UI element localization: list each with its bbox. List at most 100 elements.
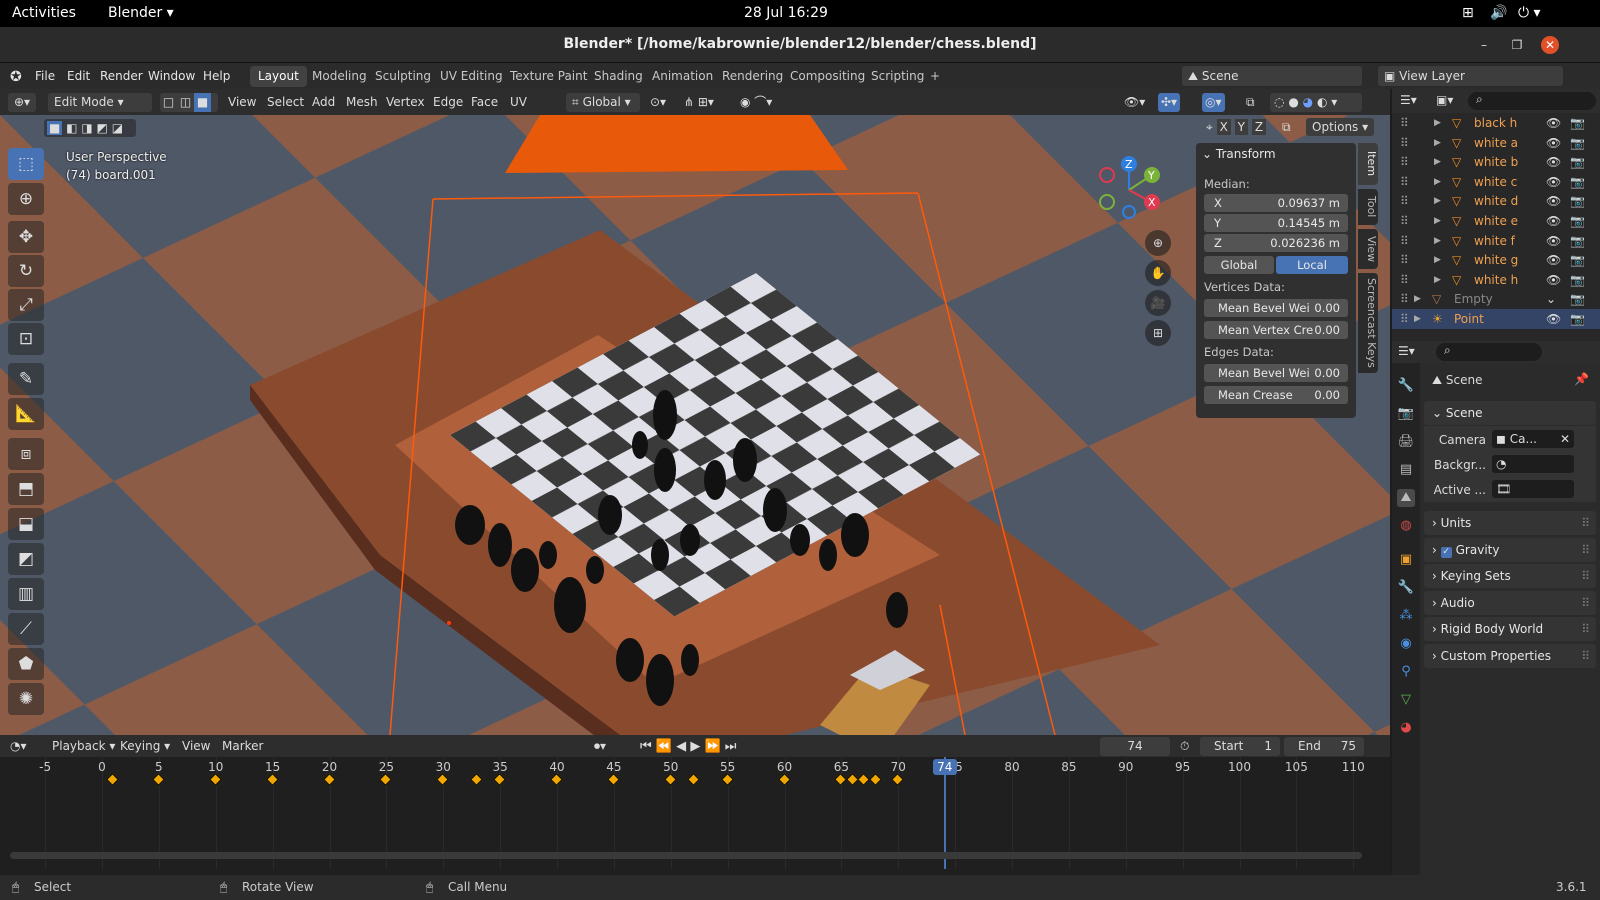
active-clip-field[interactable]: 🎞 <box>1492 480 1574 498</box>
scene-selector[interactable]: ⛰ Scene <box>1182 66 1362 86</box>
extrude-icon[interactable]: ⬒ <box>8 473 44 505</box>
menu-mesh[interactable]: Mesh <box>346 93 378 112</box>
props-section-audio[interactable]: › Audio ⠿ <box>1424 590 1596 615</box>
snap-icon[interactable]: ⋔ ⊞▾ <box>684 93 714 112</box>
constraints-props-icon[interactable]: ⚲ <box>1397 663 1415 681</box>
tab-modeling[interactable]: Modeling <box>304 66 375 87</box>
outliner-editor-icon[interactable]: ☰▾ <box>1400 93 1417 107</box>
tab-texture-paint[interactable]: Texture Paint <box>502 66 595 87</box>
menu-edge[interactable]: Edge <box>433 93 463 112</box>
expand-arrow-icon[interactable]: ▶ <box>1434 113 1441 133</box>
select-invert-icon[interactable]: ◩ <box>97 121 108 135</box>
median-z-field[interactable]: Z 0.026236 m <box>1204 234 1348 252</box>
visibility-eye-icon[interactable]: ⌄ <box>1546 289 1556 309</box>
keyframe[interactable] <box>379 773 393 786</box>
end-frame-field[interactable]: End 75 <box>1284 737 1364 756</box>
jump-start-icon[interactable]: ⏮ <box>640 739 652 754</box>
playback-menu[interactable]: Playback ▾ <box>52 737 115 756</box>
tab-uv-editing[interactable]: UV Editing <box>432 66 511 87</box>
options-dropdown[interactable]: Options ▾ <box>1306 118 1375 136</box>
solid-shading-icon[interactable]: ● <box>1288 95 1298 109</box>
render-camera-icon[interactable]: 📷 <box>1570 211 1585 231</box>
volume-icon[interactable]: 🔊 <box>1490 5 1507 21</box>
selection-mode-buttons[interactable]: ■ ◧ ◨ ◩ ◪ <box>44 119 136 137</box>
scene-props-icon[interactable]: ⛰ <box>1397 489 1415 507</box>
menu-select[interactable]: Select <box>267 93 304 112</box>
keyframe[interactable] <box>470 773 484 786</box>
render-camera-icon[interactable]: 📷 <box>1570 250 1585 270</box>
outliner-row[interactable]: ⠿ ▶ ▽ white a 👁 📷 <box>1392 133 1600 153</box>
outliner-row[interactable]: ⠿ ▶ ▽ black h 👁 📷 <box>1392 113 1600 133</box>
drag-handle-icon[interactable]: ⠿ <box>1581 511 1590 535</box>
outliner-row[interactable]: ⠿ ▶ ▽ white e 👁 📷 <box>1392 211 1600 231</box>
overlay-toggle-icon[interactable]: ◎▾ <box>1202 93 1225 112</box>
gravity-checkbox[interactable]: ✓ <box>1440 546 1452 558</box>
outliner-row[interactable]: ⠿ ▶ ▽ white b 👁 📷 <box>1392 152 1600 172</box>
keyframe[interactable] <box>436 773 450 786</box>
add-workspace-icon[interactable]: + <box>922 66 948 87</box>
keyframe[interactable] <box>868 773 882 786</box>
mirror-y-toggle[interactable]: Y <box>1234 119 1248 135</box>
render-camera-icon[interactable]: 📷 <box>1570 152 1585 172</box>
gizmo-toggle-icon[interactable]: ✣▾ <box>1158 93 1181 112</box>
drag-handle-icon[interactable]: ⠿ <box>1581 538 1590 562</box>
visibility-eye-icon[interactable]: 👁 <box>1546 231 1561 251</box>
bevel-icon[interactable]: ◩ <box>8 543 44 575</box>
drag-handle-icon[interactable]: ⠿ <box>1581 591 1590 615</box>
app-menu[interactable]: Blender ▾ <box>108 5 174 21</box>
drag-handle-icon[interactable]: ⠿ <box>1581 644 1590 668</box>
props-section-rigid-body-world[interactable]: › Rigid Body World ⠿ <box>1424 617 1596 641</box>
outliner-row[interactable]: ⠿ ▶ ▽ white f 👁 📷 <box>1392 231 1600 251</box>
play-icon[interactable]: ▶ <box>690 739 700 754</box>
render-camera-icon[interactable]: 📷 <box>1570 172 1585 192</box>
orientation-selector[interactable]: ⌗ Global ▾ <box>566 93 640 112</box>
menu-edit[interactable]: Edit <box>67 69 90 83</box>
keyframe[interactable] <box>891 773 905 786</box>
expand-arrow-icon[interactable]: ▶ <box>1434 250 1441 270</box>
background-field[interactable]: ◔ <box>1492 455 1574 473</box>
auto-keying-icon[interactable]: ⏺▾ <box>594 737 606 756</box>
prev-keyframe-icon[interactable]: ⏪ <box>656 739 672 754</box>
vertex-bevel-weight-field[interactable]: Mean Bevel Wei 0.00 <box>1204 299 1348 317</box>
display-mode-icon[interactable]: ▣▾ <box>1436 93 1453 107</box>
visibility-eye-icon[interactable]: 👁 <box>1546 191 1561 211</box>
expand-arrow-icon[interactable]: ▶ <box>1434 172 1441 192</box>
properties-editor-icon[interactable]: ☰▾ <box>1398 344 1415 358</box>
expand-arrow-icon[interactable]: ▶ <box>1434 211 1441 231</box>
visibility-eye-icon[interactable]: 👁 <box>1546 172 1561 192</box>
props-section-units[interactable]: › Units ⠿ <box>1424 511 1596 535</box>
keyframe[interactable] <box>106 773 120 786</box>
render-camera-icon[interactable]: 📷 <box>1570 191 1585 211</box>
expand-arrow-icon[interactable]: ▶ <box>1434 133 1441 153</box>
vertex-crease-field[interactable]: Mean Vertex Cre 0.00 <box>1204 321 1348 339</box>
activities-button[interactable]: Activities <box>12 5 76 21</box>
menu-render[interactable]: Render <box>100 69 143 83</box>
keyframe[interactable] <box>720 773 734 786</box>
menu-file[interactable]: File <box>35 69 55 83</box>
local-toggle[interactable]: Local <box>1276 256 1348 274</box>
start-frame-field[interactable]: Start 1 <box>1200 737 1280 756</box>
timeline-editor-icon[interactable]: ◔▾ <box>10 737 27 756</box>
auto-merge-icon[interactable]: ⧉ <box>1282 118 1291 136</box>
power-icon[interactable]: ⏻ ▾ <box>1518 5 1541 21</box>
tab-view[interactable]: View <box>1358 229 1378 269</box>
drag-handle-icon[interactable]: ⠿ <box>1581 617 1590 641</box>
close-icon[interactable]: ✕ <box>1541 36 1559 54</box>
tab-compositing[interactable]: Compositing <box>782 66 873 87</box>
keyframe[interactable] <box>857 773 870 786</box>
drag-handle-icon[interactable]: ⠿ <box>1581 564 1590 588</box>
render-camera-icon[interactable]: 📷 <box>1570 289 1585 309</box>
tab-tool[interactable]: Tool <box>1358 189 1378 225</box>
inset-icon[interactable]: ⬓ <box>8 508 44 540</box>
pivot-icon[interactable]: ⊙▾ <box>650 93 666 112</box>
outliner-row[interactable]: ⠿ ▶ ▽ Empty ⌄ 📷 <box>1392 289 1600 309</box>
modifier-props-icon[interactable]: 🔧 <box>1397 579 1415 597</box>
global-toggle[interactable]: Global <box>1204 256 1274 274</box>
select-mode-buttons[interactable]: □ ◫ ■ <box>160 93 218 112</box>
render-props-icon[interactable]: 📷 <box>1397 405 1415 423</box>
proportional-edit-icon[interactable]: ◉ ⌒▾ <box>740 93 772 112</box>
wireframe-shading-icon[interactable]: ◌ <box>1274 95 1284 109</box>
scene-panel-header[interactable]: ⌄ Scene <box>1424 401 1596 425</box>
pan-hand-icon[interactable]: ✋ <box>1145 260 1171 286</box>
tab-screencast-keys[interactable]: Screencast Keys <box>1358 273 1378 373</box>
